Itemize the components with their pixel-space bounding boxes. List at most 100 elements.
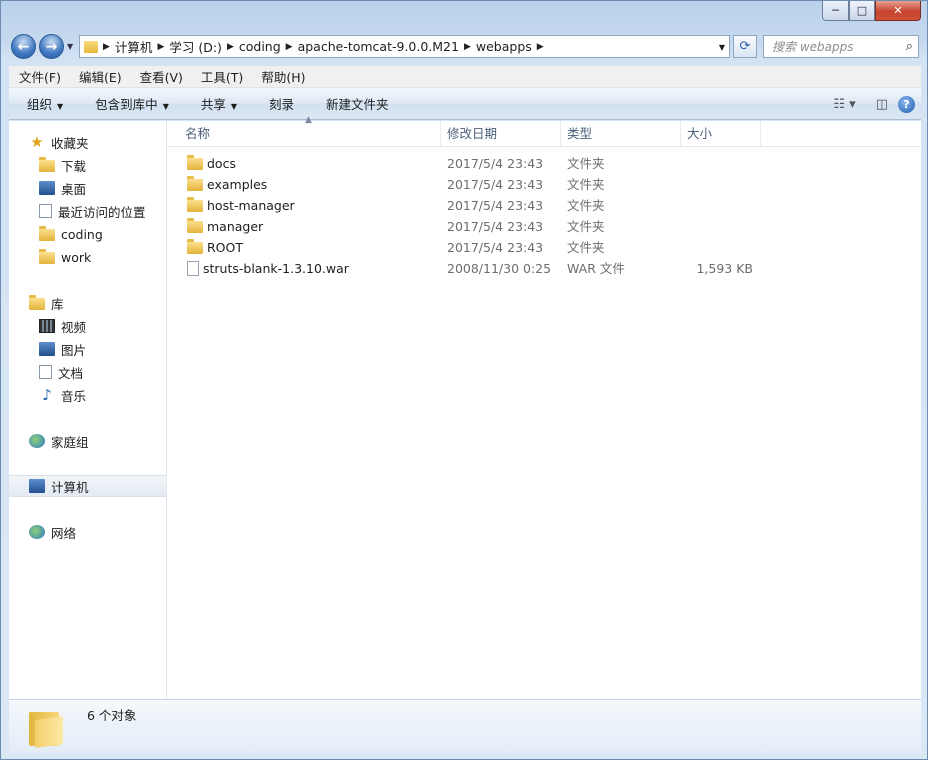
address-bar[interactable]: ▶ 计算机 ▶ 学习 (D:) ▶ coding ▶ apache-tomcat… <box>79 35 730 58</box>
file-name: manager <box>207 219 264 234</box>
column-type[interactable]: 类型 <box>561 121 681 147</box>
folder-icon <box>187 155 203 170</box>
chevron-down-icon: ▼ <box>230 102 238 111</box>
sidebar-item-downloads[interactable]: 下载 <box>9 154 166 176</box>
help-icon[interactable]: ? <box>898 95 915 113</box>
sidebar-item-libraries[interactable]: 库 <box>9 292 166 314</box>
sidebar-item-documents[interactable]: 文档 <box>9 361 166 383</box>
sidebar-item-homegroup[interactable]: 家庭组 <box>9 430 166 452</box>
desktop-icon <box>39 181 55 195</box>
sidebar-item-favorites[interactable]: ★ 收藏夹 <box>9 131 166 153</box>
close-button[interactable]: ✕ <box>875 1 921 21</box>
sidebar-item-label: 家庭组 <box>51 434 89 450</box>
sidebar-item-label: 音乐 <box>61 388 87 404</box>
video-icon <box>39 319 55 333</box>
table-row[interactable]: ROOT 2017/5/4 23:43 文件夹 <box>167 237 921 258</box>
forward-button[interactable]: → <box>39 34 64 59</box>
search-input[interactable]: 搜索 webapps ⌕ <box>763 35 919 58</box>
organize-label: 组织 <box>27 97 53 112</box>
breadcrumb-drive[interactable]: 学习 (D:) <box>165 37 226 56</box>
breadcrumb-webapps[interactable]: webapps <box>472 39 536 54</box>
music-note-icon: ♪ <box>42 386 52 404</box>
picture-icon <box>39 342 55 356</box>
document-icon <box>39 365 52 379</box>
column-header: ▲ 名称 修改日期 类型 大小 <box>167 115 921 147</box>
organize-button[interactable]: 组织 ▼ <box>9 94 77 113</box>
address-dropdown-icon[interactable]: ▼ <box>719 43 725 52</box>
file-icon <box>187 261 199 276</box>
include-library-label: 包含到库中 <box>95 97 158 112</box>
search-icon[interactable]: ⌕ <box>906 39 913 54</box>
sidebar-item-label: 桌面 <box>61 181 87 197</box>
file-name: docs <box>207 156 236 171</box>
table-row[interactable]: struts-blank-1.3.10.war 2008/11/30 0:25 … <box>167 258 921 279</box>
new-folder-button[interactable]: 新建文件夹 <box>308 94 403 113</box>
chevron-right-icon[interactable]: ▶ <box>285 42 294 52</box>
sidebar-item-label: 最近访问的位置 <box>58 204 146 220</box>
file-type: 文件夹 <box>567 198 605 213</box>
file-type: 文件夹 <box>567 156 605 171</box>
network-icon <box>29 525 45 539</box>
file-size <box>681 174 753 195</box>
table-row[interactable]: manager 2017/5/4 23:43 文件夹 <box>167 216 921 237</box>
menu-edit[interactable]: 编辑(E) <box>69 67 130 86</box>
back-button[interactable]: ← <box>11 34 36 59</box>
maximize-button[interactable]: □ <box>849 1 875 21</box>
file-size <box>681 237 753 258</box>
sidebar-item-label: 网络 <box>51 525 77 541</box>
table-row[interactable]: host-manager 2017/5/4 23:43 文件夹 <box>167 195 921 216</box>
file-size: 1,593 KB <box>696 261 753 276</box>
file-date: 2017/5/4 23:43 <box>447 198 544 213</box>
breadcrumb-coding[interactable]: coding <box>235 39 285 54</box>
menu-view[interactable]: 查看(V) <box>130 67 191 86</box>
menu-file[interactable]: 文件(F) <box>9 67 69 86</box>
sidebar-item-videos[interactable]: 视频 <box>9 315 166 337</box>
table-row[interactable]: examples 2017/5/4 23:43 文件夹 <box>167 174 921 195</box>
burn-button[interactable]: 刻录 <box>251 94 308 113</box>
sidebar-item-pictures[interactable]: 图片 <box>9 338 166 360</box>
file-name: examples <box>207 177 268 192</box>
table-row[interactable]: docs 2017/5/4 23:43 文件夹 <box>167 153 921 174</box>
menu-help[interactable]: 帮助(H) <box>251 67 313 86</box>
star-icon: ★ <box>30 133 44 151</box>
chevron-right-icon[interactable]: ▶ <box>536 42 545 52</box>
breadcrumb-computer[interactable]: 计算机 <box>111 37 157 56</box>
menu-bar: 文件(F) 编辑(E) 查看(V) 工具(T) 帮助(H) <box>9 66 921 88</box>
explorer-window: ─ □ ✕ ← → ▼ ▶ 计算机 ▶ 学习 (D:) ▶ coding ▶ a… <box>0 0 928 760</box>
computer-icon <box>29 479 45 493</box>
share-button[interactable]: 共享 ▼ <box>183 94 251 113</box>
chevron-right-icon[interactable]: ▶ <box>226 42 235 52</box>
sidebar-item-network[interactable]: 网络 <box>9 521 166 543</box>
sidebar-item-recent[interactable]: 最近访问的位置 <box>9 200 166 222</box>
file-type: WAR 文件 <box>567 261 625 276</box>
chevron-right-icon[interactable]: ▶ <box>102 42 111 52</box>
view-options-icon[interactable]: ☷ ▾ <box>833 97 855 112</box>
command-bar-right: ☷ ▾ ◫ ? <box>823 88 921 120</box>
column-name[interactable]: 名称 <box>179 121 441 147</box>
sidebar-item-desktop[interactable]: 桌面 <box>9 177 166 199</box>
sidebar-item-music[interactable]: ♪ 音乐 <box>9 384 166 406</box>
folder-icon <box>39 225 55 241</box>
file-size <box>681 195 753 216</box>
folder-icon <box>39 248 55 264</box>
include-library-button[interactable]: 包含到库中 ▼ <box>77 94 183 113</box>
column-date[interactable]: 修改日期 <box>441 121 561 147</box>
preview-pane-icon[interactable]: ◫ <box>876 97 888 112</box>
folder-icon <box>187 239 203 254</box>
file-type: 文件夹 <box>567 219 605 234</box>
sidebar-item-computer[interactable]: 计算机 <box>9 475 166 497</box>
file-name: struts-blank-1.3.10.war <box>203 261 349 276</box>
chevron-right-icon[interactable]: ▶ <box>463 42 472 52</box>
sidebar-item-label: coding <box>61 226 103 242</box>
menu-tools[interactable]: 工具(T) <box>191 67 251 86</box>
search-placeholder: 搜索 webapps <box>772 40 854 54</box>
refresh-button[interactable]: ⟳ <box>733 35 757 58</box>
history-dropdown-icon[interactable]: ▼ <box>67 42 73 51</box>
column-size[interactable]: 大小 <box>681 121 761 147</box>
sidebar-item-work[interactable]: work <box>9 246 166 268</box>
minimize-button[interactable]: ─ <box>822 1 849 21</box>
breadcrumb-tomcat[interactable]: apache-tomcat-9.0.0.M21 <box>294 39 463 54</box>
sidebar-item-coding[interactable]: coding <box>9 223 166 245</box>
chevron-right-icon[interactable]: ▶ <box>156 42 165 52</box>
share-label: 共享 <box>200 97 226 112</box>
